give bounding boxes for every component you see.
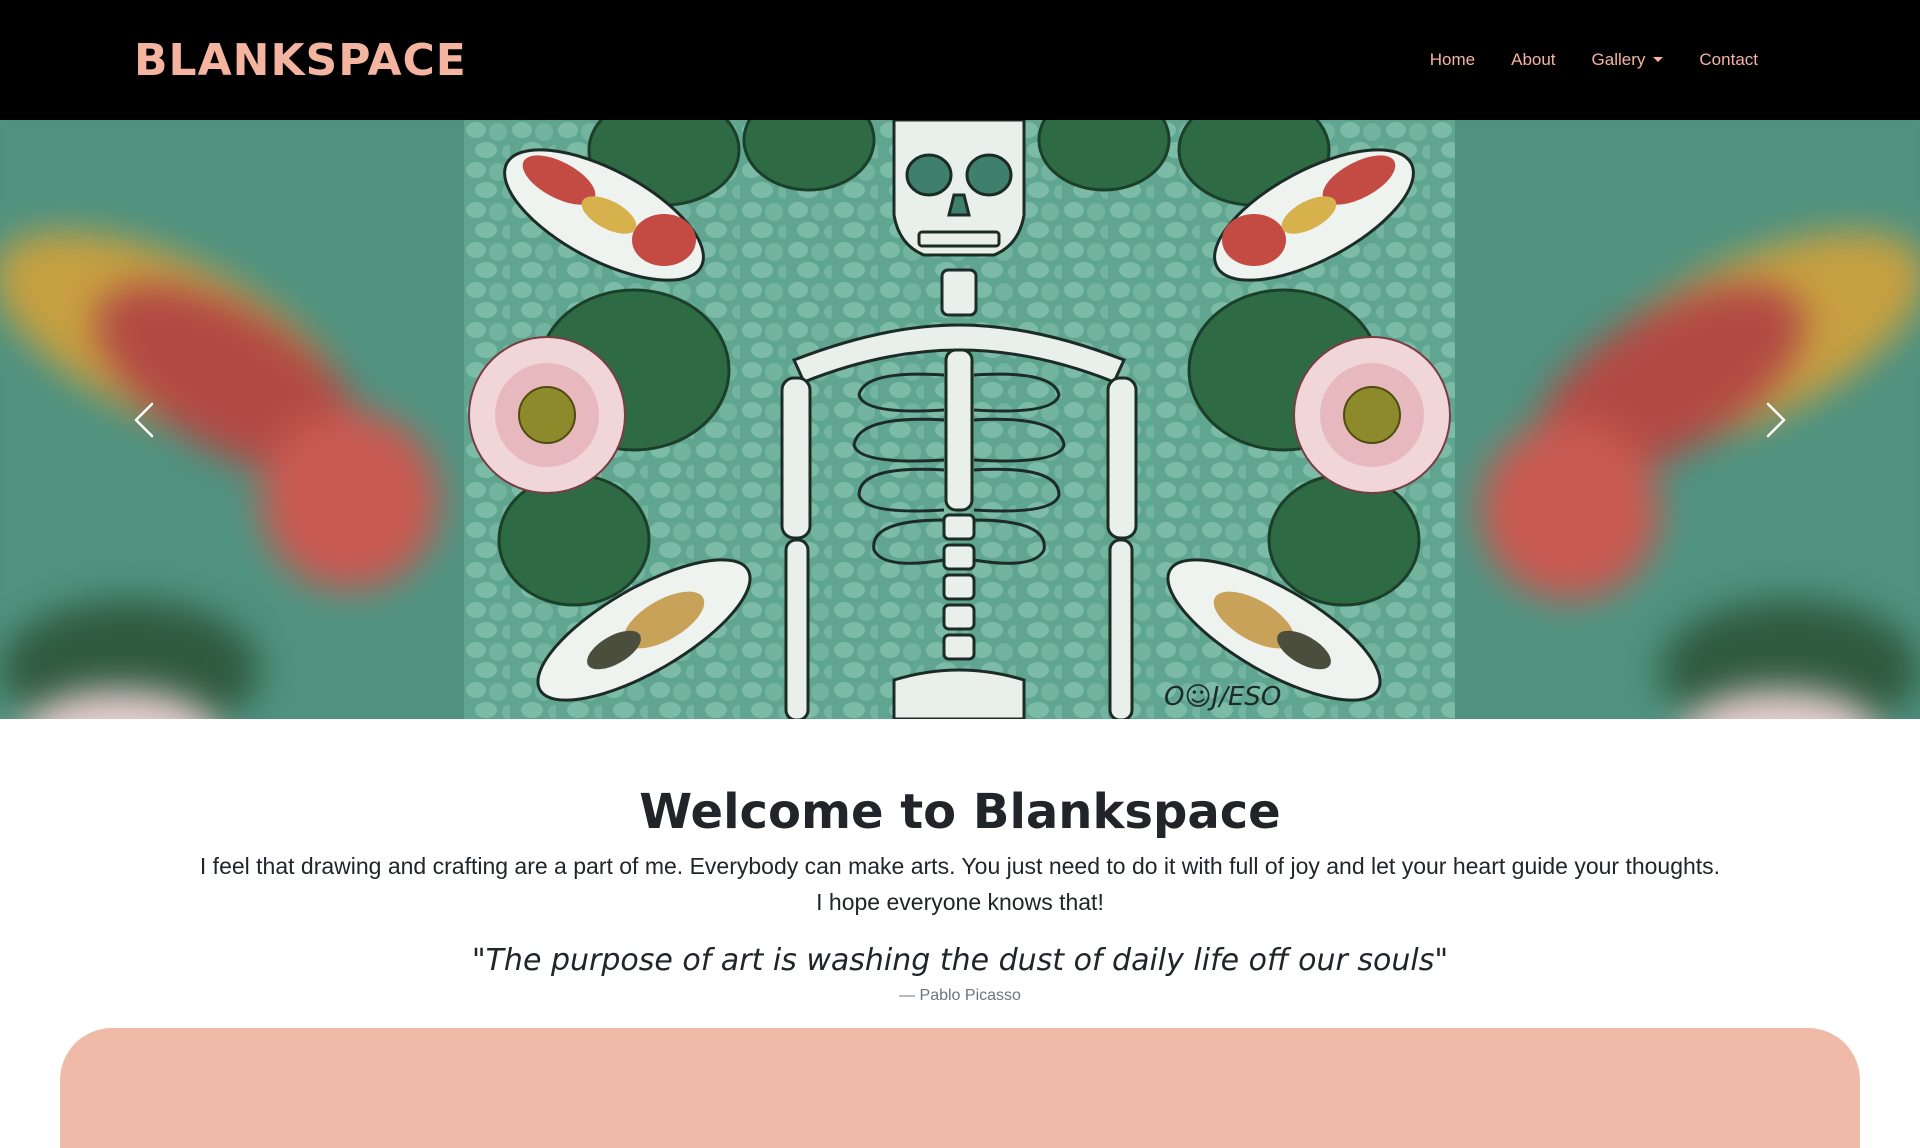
chevron-right-icon bbox=[1766, 402, 1786, 438]
hero-carousel: O☺J/ESO bbox=[0, 120, 1920, 719]
picasso-quote: "The purpose of art is washing the dust … bbox=[471, 943, 1449, 978]
carousel-next-button[interactable] bbox=[1746, 390, 1806, 450]
nav-home-link[interactable]: Home bbox=[1412, 44, 1493, 76]
nav-contact-link[interactable]: Contact bbox=[1681, 44, 1776, 76]
navbar: BLANKSPACE Home About Gallery Contact bbox=[0, 0, 1920, 120]
nav-links: Home About Gallery Contact bbox=[1412, 44, 1776, 76]
carousel-prev-button[interactable] bbox=[114, 390, 174, 450]
quote-author: — Pablo Picasso bbox=[899, 987, 1021, 1004]
intro-line-1: I feel that drawing and crafting are a p… bbox=[199, 853, 1721, 879]
brand-logo[interactable]: BLANKSPACE bbox=[134, 34, 467, 88]
intro-line-2: I hope everyone knows that! bbox=[816, 889, 1104, 915]
welcome-title: Welcome to Blankspace bbox=[639, 784, 1281, 840]
peach-content-panel bbox=[60, 1028, 1860, 1148]
nav-about-link[interactable]: About bbox=[1493, 44, 1573, 76]
artist-signature: O☺J/ESO bbox=[1164, 682, 1281, 712]
caret-down-icon bbox=[1653, 57, 1664, 62]
carousel-artwork-skeleton-pond: O☺J/ESO bbox=[464, 120, 1455, 719]
nav-gallery-label: Gallery bbox=[1591, 50, 1646, 69]
nav-gallery-dropdown[interactable]: Gallery bbox=[1574, 44, 1682, 76]
lotus-flower-right bbox=[1293, 336, 1451, 494]
welcome-section: Welcome to Blankspace bbox=[0, 778, 1920, 846]
welcome-intro-text: I feel that drawing and crafting are a p… bbox=[0, 848, 1920, 920]
chevron-left-icon bbox=[134, 402, 154, 438]
skeleton-pond-illustration: O☺J/ESO bbox=[464, 120, 1455, 719]
lotus-flower-left bbox=[468, 336, 626, 494]
